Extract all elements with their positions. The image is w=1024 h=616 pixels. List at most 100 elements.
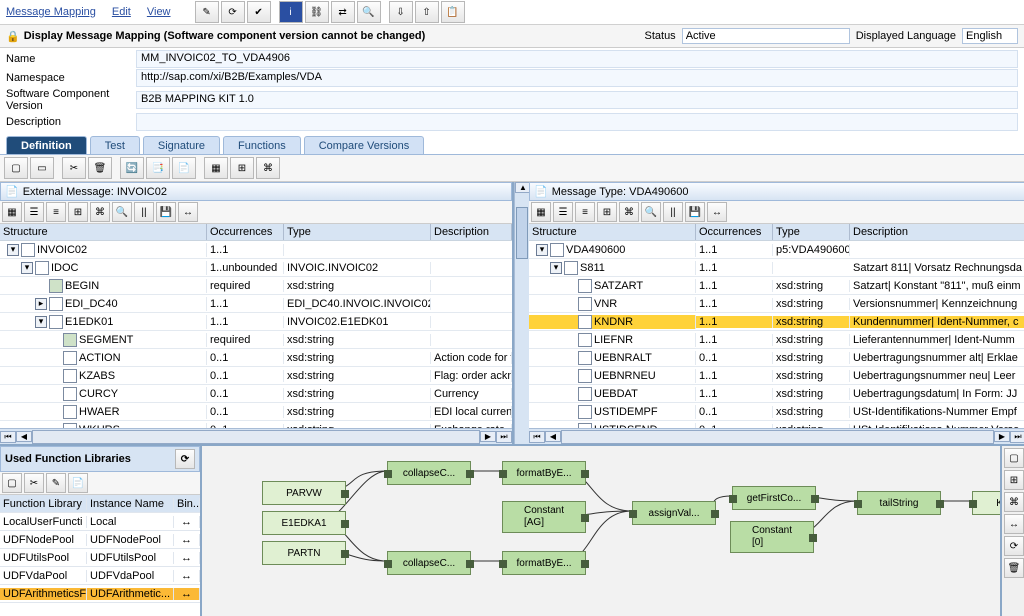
binding-icon[interactable]: ↔ [181,588,192,600]
tb-cut-icon[interactable]: ✂ [62,157,86,179]
target-hscroll[interactable]: ⏮◀▶⏭ [529,428,1024,444]
tree-row-invoic02[interactable]: ▾ INVOIC021..1 [0,241,512,259]
tree-row-ustidsend[interactable]: USTIDSEND0..1xsd:stringUSt-Identifikatio… [529,421,1024,428]
src-tb-5[interactable]: ⌘ [90,202,110,222]
menu-msg-mapping[interactable]: Message Mapping [6,6,96,18]
ct-2[interactable]: ⊞ [1004,470,1024,490]
tb-branch-icon[interactable]: ⌘ [256,157,280,179]
hierarchy-icon[interactable]: ⇄ [331,1,355,23]
tree-row-vda490600[interactable]: ▾ VDA4906001..1p5:VDA490600 [529,241,1024,259]
search-icon[interactable]: 🔍 [357,1,381,23]
src-tb-4[interactable]: ⊞ [68,202,88,222]
tree-toggle[interactable]: ▾ [550,262,562,274]
tb-create-icon[interactable]: ▢ [4,157,28,179]
tgt-tb-3[interactable]: ≡ [575,202,595,222]
tgt-tb-8[interactable]: 💾 [685,202,705,222]
export-icon[interactable]: ⇩ [389,1,413,23]
src-tb-2[interactable]: ☰ [24,202,44,222]
info-icon[interactable]: i [279,1,303,23]
tgt-tb-7[interactable]: || [663,202,683,222]
lib-ed-icon[interactable]: ✎ [46,473,66,493]
link-icon[interactable]: ⛓ [305,1,329,23]
tab-compare-versions[interactable]: Compare Versions [304,136,425,154]
menu-view[interactable]: View [147,6,171,18]
lib-add-icon[interactable]: ▢ [2,473,22,493]
tgt-tb-6[interactable]: 🔍 [641,202,661,222]
tree-toggle[interactable]: ▾ [21,262,33,274]
lib-row-localuserfuncti[interactable]: LocalUserFunctiLocal↔ [0,513,200,531]
tgt-tb-5[interactable]: ⌘ [619,202,639,222]
tree-row-e1edk01[interactable]: ▾ E1EDK011..1INVOIC02.E1EDK01 [0,313,512,331]
tree-toggle[interactable]: ▾ [7,244,19,256]
tree-row-satzart[interactable]: SATZART1..1xsd:stringSatzart| Konstant "… [529,277,1024,295]
node-kndnr[interactable]: KNDNR [972,491,1000,515]
source-tree[interactable]: ▾ INVOIC021..1▾ IDOC1..unboundedINVOIC.I… [0,241,512,428]
tree-row-uebnrneu[interactable]: UEBNRNEU1..1xsd:stringUebertragungsnumme… [529,367,1024,385]
lib-row-udfarithmeticsf[interactable]: UDFArithmeticsFUDFArithmetic...↔ [0,585,200,603]
node-tailstring[interactable]: tailString [857,491,941,515]
tab-signature[interactable]: Signature [143,136,220,154]
tb-tree-icon[interactable]: ⊞ [230,157,254,179]
tree-row-uebdat[interactable]: UEBDAT1..1xsd:stringUebertragungsdatum| … [529,385,1024,403]
tree-row-action[interactable]: ACTION0..1xsd:stringAction code for the … [0,349,512,367]
tree-row-kndnr[interactable]: KNDNR1..1xsd:stringKundennummer| Ident-N… [529,313,1024,331]
src-tb-1[interactable]: ▦ [2,202,22,222]
tree-row-wkurs[interactable]: WKURS0..1xsd:stringExchange rate [0,421,512,428]
import-icon[interactable]: ⇧ [415,1,439,23]
src-tb-6[interactable]: 🔍 [112,202,132,222]
tree-toggle[interactable]: ▾ [536,244,548,256]
node-assign[interactable]: assignVal... [632,501,716,525]
src-tb-3[interactable]: ≡ [46,202,66,222]
ct-6[interactable]: 🗑 [1004,558,1024,578]
tab-test[interactable]: Test [90,136,140,154]
refresh-icon[interactable]: ⟳ [221,1,245,23]
src-tb-8[interactable]: 💾 [156,202,176,222]
source-vscroll[interactable]: ▲ [514,182,529,444]
target-tree[interactable]: ▾ VDA4906001..1p5:VDA490600▾ S8111..1Sat… [529,241,1024,428]
lib-doc-icon[interactable]: 📄 [68,473,88,493]
tree-row-edi_dc40[interactable]: ▸ EDI_DC401..1EDI_DC40.INVOIC.INVOIC02 [0,295,512,313]
node-e1edka1[interactable]: E1EDKA1 [262,511,346,535]
tree-row-kzabs[interactable]: KZABS0..1xsd:stringFlag: order acknowled… [0,367,512,385]
edit-icon[interactable]: ✎ [195,1,219,23]
tb-copy-icon[interactable]: 📑 [146,157,170,179]
node-constant-ag[interactable]: Constant [AG] [502,501,586,533]
lib-del-icon[interactable]: ✂ [24,473,44,493]
lib-row-udfnodepool[interactable]: UDFNodePoolUDFNodePool↔ [0,531,200,549]
tgt-tb-9[interactable]: ↔ [707,202,727,222]
ct-5[interactable]: ⟳ [1004,536,1024,556]
node-collapse-1[interactable]: collapseC... [387,461,471,485]
menu-edit[interactable]: Edit [112,6,131,18]
lang-input[interactable] [962,28,1018,44]
node-parvw[interactable]: PARVW [262,481,346,505]
node-collapse-2[interactable]: collapseC... [387,551,471,575]
tb-new-icon[interactable]: 📄 [172,157,196,179]
src-tb-7[interactable]: || [134,202,154,222]
paste-icon[interactable]: 📋 [441,1,465,23]
tree-row-begin[interactable]: BEGINrequiredxsd:string [0,277,512,295]
tree-row-uebnralt[interactable]: UEBNRALT0..1xsd:stringUebertragungsnumme… [529,349,1024,367]
tb-trash-icon[interactable]: 🗑 [88,157,112,179]
check-icon[interactable]: ✔ [247,1,271,23]
ct-3[interactable]: ⌘ [1004,492,1024,512]
tree-row-idoc[interactable]: ▾ IDOC1..unboundedINVOIC.INVOIC02 [0,259,512,277]
mapping-canvas[interactable]: PARVW E1EDKA1 PARTN collapseC... collaps… [202,446,1000,616]
tree-toggle[interactable]: ▸ [35,298,47,310]
lib-rows[interactable]: LocalUserFunctiLocal↔UDFNodePoolUDFNodeP… [0,513,200,616]
src-tb-9[interactable]: ↔ [178,202,198,222]
tgt-tb-1[interactable]: ▦ [531,202,551,222]
tree-row-hwaer[interactable]: HWAER0..1xsd:stringEDI local currency [0,403,512,421]
tree-row-ustidempf[interactable]: USTIDEMPF0..1xsd:stringUSt-Identifikatio… [529,403,1024,421]
tree-toggle[interactable]: ▾ [35,316,47,328]
tree-row-liefnr[interactable]: LIEFNR1..1xsd:stringLieferantennummer| I… [529,331,1024,349]
node-partn[interactable]: PARTN [262,541,346,565]
ct-4[interactable]: ↔ [1004,514,1024,534]
node-format-2[interactable]: formatByE... [502,551,586,575]
ct-1[interactable]: ▢ [1004,448,1024,468]
binding-icon[interactable]: ↔ [181,534,192,546]
source-hscroll[interactable]: ⏮◀▶⏭ [0,428,512,444]
binding-icon[interactable]: ↔ [181,516,192,528]
tree-row-s811[interactable]: ▾ S8111..1Satzart 811| Vorsatz Rechnungs… [529,259,1024,277]
tab-functions[interactable]: Functions [223,136,301,154]
lib-row-udfvdapool[interactable]: UDFVdaPoolUDFVdaPool↔ [0,567,200,585]
